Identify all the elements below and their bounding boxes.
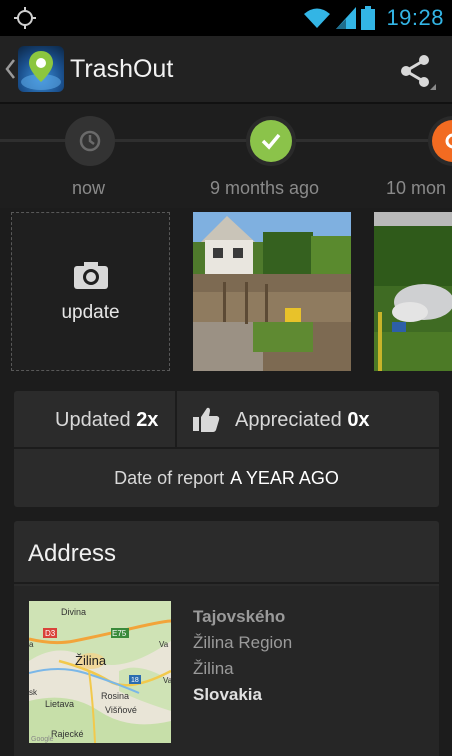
map-label-rajecke: Rajecké — [51, 729, 84, 739]
map-label-d3: D3 — [45, 629, 56, 638]
address-title: Address — [28, 540, 117, 567]
map-label-divina: Divina — [61, 607, 86, 617]
address-country: Slovakia — [193, 685, 262, 704]
report-date-value: A YEAR AGO — [230, 468, 339, 488]
stats-card: Updated 2x Appreciated 0x Date of report… — [14, 391, 439, 507]
map-label-lietava: Lietava — [45, 699, 74, 709]
timeline-label-9-months: 9 months ago — [210, 178, 320, 198]
map-attribution: Google — [31, 736, 54, 743]
thumbs-up-icon[interactable] — [192, 405, 220, 433]
photo-row: update — [0, 212, 452, 372]
appreciated-stat[interactable]: Appreciated 0x — [235, 409, 370, 432]
trash-photo-1[interactable] — [193, 212, 351, 371]
map-label-va-top: Va — [159, 640, 169, 649]
map-thumbnail[interactable]: Divina D3 E75 a Va Žilina 18 Va sk Rosin… — [29, 601, 171, 743]
stats-divider — [175, 391, 177, 449]
update-label: update — [61, 301, 120, 323]
report-date-label: Date of report — [114, 468, 225, 488]
updated-count: 2x — [136, 409, 159, 431]
battery-icon — [361, 6, 376, 30]
update-photo-button[interactable]: update — [11, 212, 170, 371]
signal-icon — [336, 7, 357, 29]
checkmark-icon — [261, 133, 281, 150]
updated-stat: Updated 2x — [55, 409, 158, 432]
clock: 19:28 — [386, 5, 444, 30]
timeline: now 9 months ago 10 mon — [0, 104, 452, 208]
address-body: Divina D3 E75 a Va Žilina 18 Va sk Rosin… — [14, 586, 439, 756]
report-date-row: Date of report A YEAR AGO — [14, 451, 439, 507]
camera-icon — [73, 261, 108, 289]
map-label-rosina: Rosina — [101, 691, 129, 701]
address-street: Tajovského — [193, 607, 286, 626]
trash-photo-2[interactable] — [374, 212, 452, 371]
back-caret-icon[interactable] — [4, 58, 16, 80]
timeline-label-now: now — [72, 178, 106, 198]
timeline-label-10-months: 10 mon — [386, 178, 447, 198]
address-lines: Tajovského Žilina Region Žilina Slovakia — [193, 604, 292, 708]
app-title: TrashOut — [70, 55, 174, 83]
app-logo-icon[interactable] — [18, 46, 64, 92]
wifi-icon — [304, 8, 331, 28]
report-date: Date of report A YEAR AGO — [114, 468, 339, 489]
updated-label: Updated — [55, 409, 131, 431]
map-label-e75: E75 — [112, 629, 127, 638]
action-bar: TrashOut — [0, 36, 452, 104]
map-label-a: a — [29, 640, 34, 649]
refresh-icon — [445, 133, 452, 149]
appreciated-label: Appreciated — [235, 409, 342, 431]
address-card: Address Divina D3 E75 a Va Žilina 18 Va … — [14, 521, 439, 756]
stats-counts-row: Updated 2x Appreciated 0x — [14, 391, 439, 449]
map-label-sk: sk — [29, 688, 38, 697]
timeline-node-9-months[interactable] — [246, 116, 296, 166]
address-city: Žilina — [193, 659, 234, 678]
status-bar: 19:28 — [0, 0, 452, 36]
appreciated-count: 0x — [347, 409, 370, 431]
timeline-node-now[interactable] — [65, 116, 115, 166]
map-label-zilina: Žilina — [75, 653, 107, 668]
map-label-va: Va — [163, 676, 171, 685]
share-icon[interactable] — [396, 50, 438, 92]
map-label-visnove: Višňové — [105, 705, 137, 715]
map-label-18: 18 — [131, 677, 139, 684]
address-region: Žilina Region — [193, 633, 293, 652]
address-header: Address — [14, 521, 439, 584]
timeline-node-10-months[interactable] — [428, 116, 452, 166]
gps-icon — [14, 7, 36, 29]
clock-icon — [79, 130, 101, 152]
